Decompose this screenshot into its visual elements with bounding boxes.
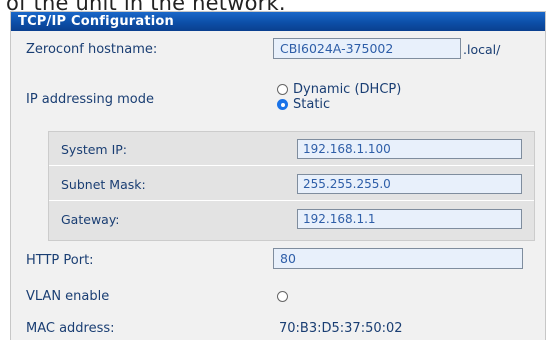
- static-ip-settings: System IP: Subnet Mask: Gateway:: [48, 131, 535, 241]
- http-port-row: HTTP Port:: [11, 245, 545, 275]
- system-ip-label: System IP:: [61, 142, 128, 157]
- system-ip-input[interactable]: [297, 139, 522, 159]
- gateway-row: Gateway:: [49, 202, 534, 236]
- page: of the unit in the network. TCP/IP Confi…: [0, 0, 550, 340]
- hostname-row: Zeroconf hostname: .local/: [11, 32, 545, 66]
- subnet-mask-input[interactable]: [297, 174, 522, 194]
- hostname-label: Zeroconf hostname:: [26, 42, 158, 57]
- subnet-mask-label: Subnet Mask:: [61, 177, 146, 192]
- hostname-suffix: .local/: [463, 42, 501, 57]
- http-port-label: HTTP Port:: [26, 253, 94, 268]
- system-ip-row: System IP:: [49, 132, 534, 166]
- gateway-label: Gateway:: [61, 212, 120, 227]
- mac-row: MAC address: 70:B3:D5:37:50:02: [11, 315, 545, 340]
- radio-dhcp[interactable]: [277, 84, 288, 95]
- vlan-label: VLAN enable: [26, 289, 110, 304]
- subnet-mask-row: Subnet Mask:: [49, 167, 534, 201]
- mac-value: 70:B3:D5:37:50:02: [279, 321, 403, 336]
- radio-option-static[interactable]: Static: [277, 97, 401, 112]
- radio-dhcp-label: Dynamic (DHCP): [293, 82, 402, 97]
- radio-static[interactable]: [277, 99, 288, 110]
- radio-static-label: Static: [293, 97, 331, 112]
- http-port-input[interactable]: [273, 248, 523, 269]
- vlan-enable-radio[interactable]: [277, 291, 288, 302]
- radio-option-dhcp[interactable]: Dynamic (DHCP): [277, 82, 401, 97]
- hostname-input[interactable]: [273, 38, 461, 59]
- panel-title: TCP/IP Configuration: [11, 12, 545, 31]
- mac-label: MAC address:: [26, 321, 115, 336]
- ip-mode-label: IP addressing mode: [26, 92, 154, 107]
- tcpip-config-panel: TCP/IP Configuration Zeroconf hostname: …: [10, 11, 546, 340]
- ip-mode-radio-group: Dynamic (DHCP) Static: [277, 82, 401, 112]
- ip-mode-row: IP addressing mode Dynamic (DHCP) Static: [11, 74, 545, 118]
- gateway-input[interactable]: [297, 209, 522, 229]
- vlan-row: VLAN enable: [11, 283, 545, 311]
